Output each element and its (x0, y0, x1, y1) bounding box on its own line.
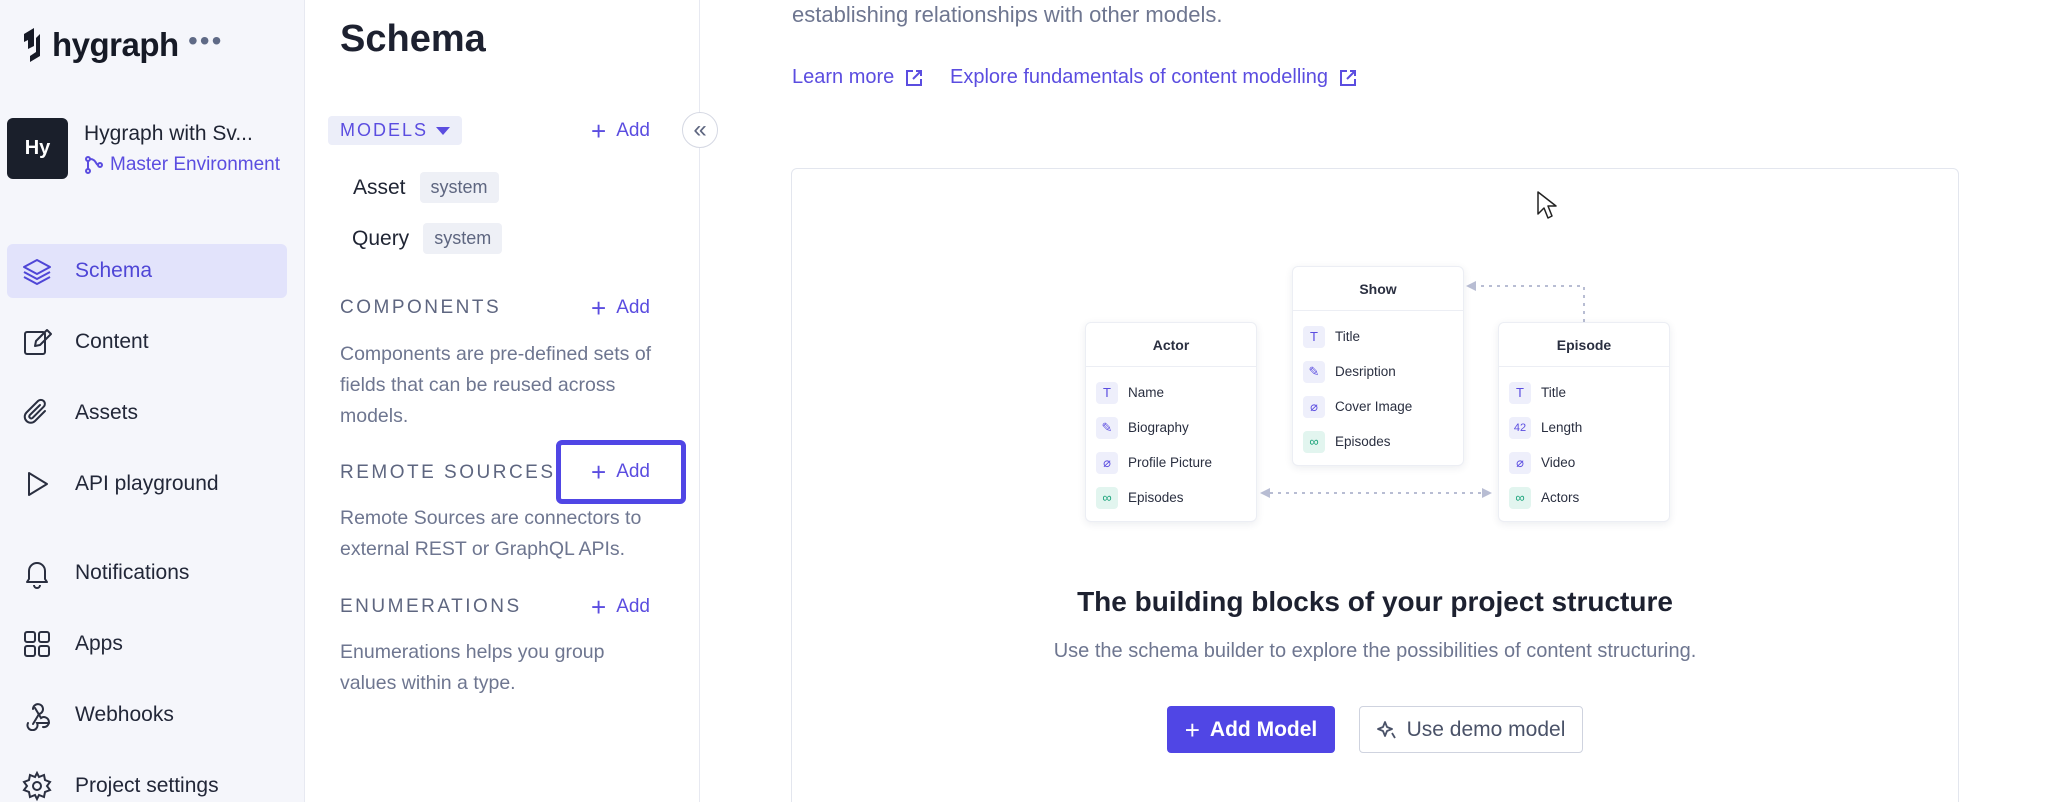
field-name: Cover Image (1335, 399, 1413, 414)
relationship-connectors (1260, 281, 1585, 498)
asset-field-icon: ⌀ (1096, 451, 1118, 474)
rich-text-icon: ✎ (1096, 416, 1118, 439)
field-name: Length (1541, 420, 1583, 435)
reference-field-icon: ∞ (1303, 430, 1325, 453)
asset-field-icon: ⌀ (1509, 451, 1531, 474)
field-name: Video (1541, 455, 1576, 470)
field-name: Title (1335, 329, 1361, 344)
asset-field-icon: ⌀ (1303, 395, 1325, 418)
add-model-button[interactable]: + Add Model (1167, 706, 1335, 753)
model-field: T Title (1303, 319, 1453, 354)
mouse-cursor-icon (1537, 191, 1557, 219)
model-field: ⌀ Cover Image (1303, 389, 1453, 424)
model-field: ⌀ Profile Picture (1096, 445, 1246, 480)
actor-model-card: Actor T Name ✎ Biography ⌀ Profile Picture … (1085, 322, 1257, 522)
empty-state-headline: The building blocks of your project stru… (1077, 586, 1673, 617)
empty-state-subline: Use the schema builder to explore the po… (1053, 640, 1697, 662)
text-field-icon: T (1509, 381, 1531, 404)
field-name: Title (1541, 385, 1567, 400)
field-name: Profile Picture (1128, 455, 1213, 470)
model-card-title: Actor (1086, 323, 1256, 367)
plus-icon: + (1184, 714, 1200, 745)
episode-model-card: Episode T Title 42 Length ⌀ Video ∞ Actors (1498, 322, 1670, 522)
model-field: ∞ Actors (1509, 480, 1659, 515)
rich-text-icon: ✎ (1303, 360, 1325, 383)
use-demo-model-button[interactable]: Use demo model (1359, 706, 1583, 753)
model-field: ✎ Biography (1096, 410, 1246, 445)
reference-field-icon: ∞ (1096, 486, 1118, 509)
model-field: T Name (1096, 375, 1246, 410)
field-name: Name (1128, 385, 1165, 400)
model-field: ⌀ Video (1509, 445, 1659, 480)
number-field-icon: 42 (1509, 416, 1531, 439)
field-name: Desription (1335, 364, 1396, 379)
field-name: Episodes (1128, 490, 1184, 505)
model-field: 42 Length (1509, 410, 1659, 445)
use-demo-model-label: Use demo model (1406, 717, 1566, 741)
text-field-icon: T (1096, 381, 1118, 404)
field-name: Actors (1541, 490, 1580, 505)
double-chevron-left-icon: « (693, 116, 707, 143)
add-model-label: Add Model (1209, 717, 1318, 741)
sparkle-icon (1376, 720, 1396, 738)
field-name: Episodes (1335, 434, 1391, 449)
model-card-title: Episode (1499, 323, 1669, 367)
model-field: ∞ Episodes (1303, 424, 1453, 459)
model-field: ∞ Episodes (1096, 480, 1246, 515)
text-field-icon: T (1303, 325, 1325, 348)
model-field: ✎ Desription (1303, 354, 1453, 389)
field-name: Biography (1128, 420, 1189, 435)
show-model-card: Show T Title ✎ Desription ⌀ Cover Image ∞ Ep… (1292, 266, 1464, 466)
model-card-title: Show (1293, 267, 1463, 311)
model-field: T Title (1509, 375, 1659, 410)
reference-field-icon: ∞ (1509, 486, 1531, 509)
collapse-panel-button[interactable]: « (682, 112, 718, 148)
